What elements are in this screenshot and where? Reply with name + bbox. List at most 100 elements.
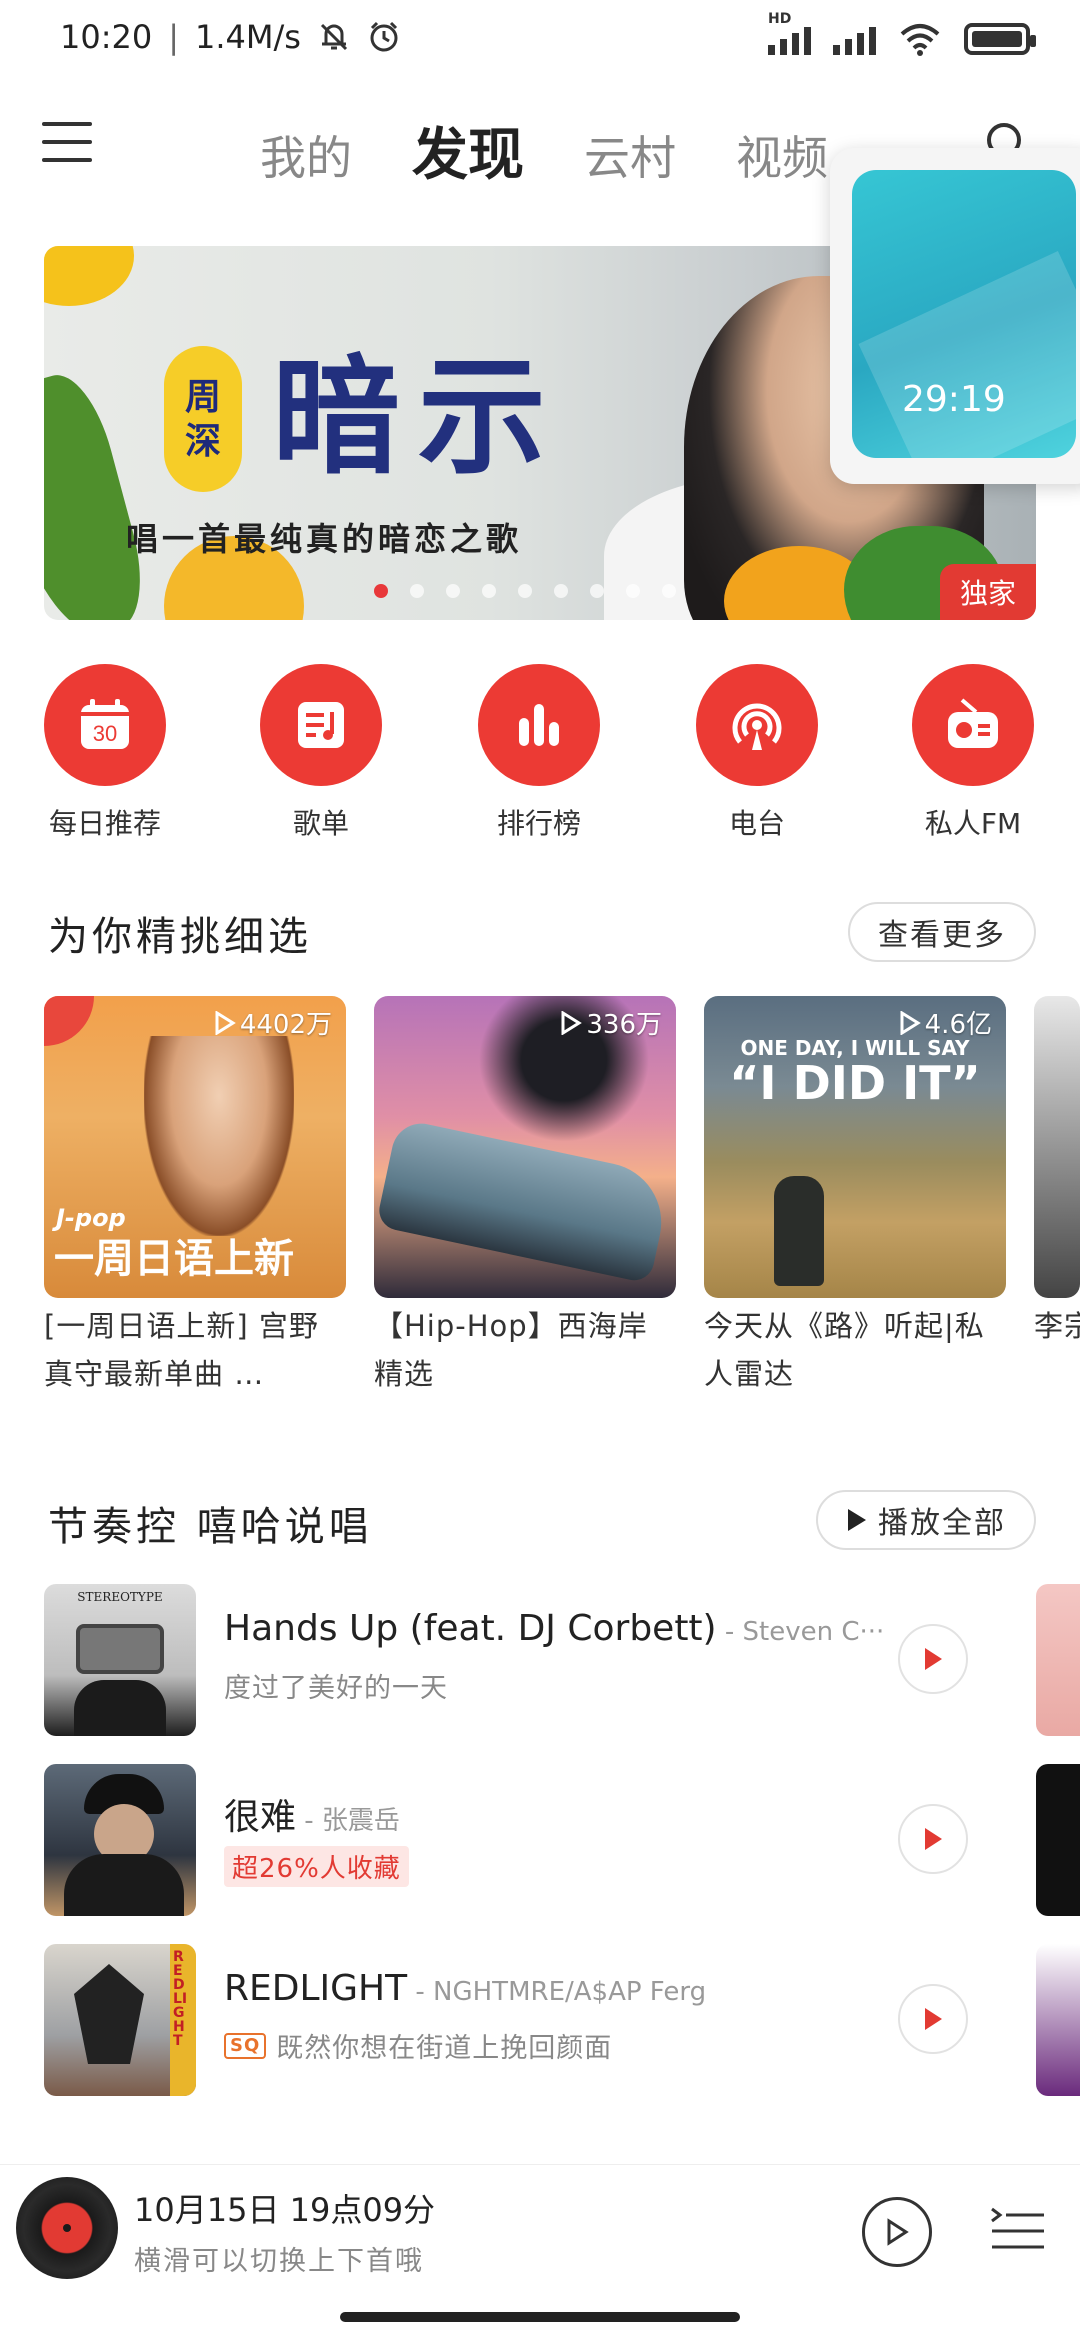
hd-label: HD	[768, 11, 792, 27]
song-play-button[interactable]	[898, 1624, 968, 1694]
banner-dot[interactable]	[662, 584, 676, 598]
song-row[interactable]: STEREOTYPE Hands Up (feat. DJ Corbett) -…	[44, 1584, 1044, 1736]
play-count-icon	[215, 1010, 236, 1035]
entry-label: 歌单	[292, 807, 349, 840]
player-play-button[interactable]	[862, 2197, 932, 2267]
song-title: REDLIGHT - NGHTMRE/A$AP Ferg	[224, 1968, 706, 2009]
banner-dot[interactable]	[554, 584, 568, 598]
floating-video-time: 29:19	[902, 379, 1006, 420]
menu-button[interactable]	[42, 122, 92, 162]
collect-tag: 超26%人收藏	[224, 1846, 409, 1887]
song-play-button[interactable]	[898, 1984, 968, 2054]
song-desc: 既然你想在街道上挽回颜面	[276, 2033, 613, 2064]
cover-art	[74, 1964, 144, 2064]
song-row[interactable]: 很难 - 张震岳 超26%人收藏	[44, 1764, 1044, 1916]
playlist-card[interactable]: J-pop 一周日语上新 4402万 [一周日语上新] 宫野真守最新单曲 …	[44, 996, 346, 1398]
fm-icon	[912, 664, 1034, 786]
vinyl-disc-icon[interactable]	[16, 2177, 118, 2279]
play-count-value: 4402万	[239, 1010, 332, 1040]
play-count-value: 4.6亿	[924, 1010, 992, 1040]
playlist-cover[interactable]	[1034, 996, 1080, 1298]
song-name-text: 很难	[224, 1797, 297, 1838]
cover-art-suit	[74, 1680, 166, 1736]
song-row[interactable]: REDLIGHT REDLIGHT - NGHTMRE/A$AP Ferg SQ…	[44, 1944, 1044, 2096]
alarm-icon	[370, 21, 398, 52]
cover-line2: “I DID IT”	[729, 1056, 981, 1110]
floating-video-preview[interactable]: 29:19	[852, 170, 1076, 458]
quick-entries: 30 每日推荐 歌单 排行榜 电台 私人FM	[0, 664, 1080, 844]
song-row-peek[interactable]	[1036, 1584, 1080, 1736]
playlist-cover[interactable]: J-pop 一周日语上新 4402万	[44, 996, 346, 1298]
play-count: 336万	[560, 1004, 662, 1041]
cover-art-body	[64, 1854, 184, 1916]
banner-dot[interactable]	[374, 584, 388, 598]
entry-personal-fm[interactable]: 私人FM	[888, 664, 1058, 842]
tab-cloud-village[interactable]: 云村	[584, 122, 676, 188]
tab-discover[interactable]: 发现	[412, 110, 524, 191]
entry-label: 私人FM	[924, 807, 1022, 840]
play-count: 4402万	[214, 1004, 332, 1041]
playlist-title: 李宗盛 深沉	[1034, 1309, 1080, 1343]
entry-playlist[interactable]: 歌单	[236, 664, 406, 842]
banner-dot[interactable]	[410, 584, 424, 598]
battery-icon	[964, 23, 1036, 55]
playlist-title: 今天从《路》听起|私人雷达	[704, 1309, 985, 1391]
playlist-queue-icon[interactable]	[990, 2205, 1046, 2255]
song-row-peek[interactable]	[1036, 1764, 1080, 1916]
play-all-label: 播放全部	[878, 1506, 1006, 1541]
picks-title: 为你精挑细选	[48, 914, 312, 960]
playlist-card[interactable]: 李宗盛 深沉	[1034, 996, 1080, 1398]
song-artist: - 张震岳	[296, 1806, 400, 1836]
song-row-peek[interactable]	[1036, 1944, 1080, 2096]
song-name-text: Hands Up (feat. DJ Corbett)	[224, 1608, 717, 1649]
playlist-title: 【Hip-Hop】西海岸精选	[374, 1309, 648, 1391]
play-count-icon	[900, 1010, 921, 1035]
badge-top: 周	[184, 376, 221, 418]
song-cover[interactable]: REDLIGHT	[44, 1944, 196, 2096]
tab-video[interactable]: 视频	[736, 122, 828, 188]
network-speed: 1.4M/s	[195, 18, 301, 56]
entry-daily-recommend[interactable]: 30 每日推荐	[20, 664, 190, 842]
floating-video[interactable]: 29:19	[830, 148, 1080, 484]
tab-mine[interactable]: 我的	[260, 122, 352, 188]
calendar-icon: 30	[44, 664, 166, 786]
playlist-cover[interactable]: 336万	[374, 996, 676, 1298]
entry-radio[interactable]: 电台	[672, 664, 842, 842]
cover-text: 一周日语上新	[54, 1236, 294, 1282]
entry-charts[interactable]: 排行榜	[454, 664, 624, 842]
play-icon	[925, 1828, 942, 1850]
banner-subtitle: 唱一首最纯真的暗恋之歌	[126, 520, 523, 558]
status-bar: 10:20 | 1.4M/s HD	[0, 0, 1080, 86]
song-cover[interactable]: STEREOTYPE	[44, 1584, 196, 1736]
playlist-card[interactable]: 336万 【Hip-Hop】西海岸精选	[374, 996, 676, 1398]
clock: 10:20	[60, 18, 153, 56]
play-icon	[887, 2218, 909, 2246]
banner-dot[interactable]	[590, 584, 604, 598]
banner-dot[interactable]	[482, 584, 496, 598]
see-more-button[interactable]: 查看更多	[848, 902, 1036, 962]
playlist-icon	[260, 664, 382, 786]
home-indicator[interactable]	[340, 2312, 740, 2322]
cover-art	[76, 1624, 164, 1674]
playlist-card[interactable]: ONE DAY, I WILL SAY “I DID IT” 4.6亿 今天从《…	[704, 996, 1006, 1398]
banner-dot[interactable]	[446, 584, 460, 598]
chart-icon	[478, 664, 600, 786]
playlist-title: [一周日语上新] 宫野真守最新单曲 …	[44, 1309, 319, 1391]
player-subtitle: 横滑可以切换上下首哦	[134, 2246, 424, 2277]
mute-icon	[320, 23, 348, 51]
exclusive-tag: 独家	[940, 564, 1036, 620]
banner-dot[interactable]	[626, 584, 640, 598]
cover-text: REDLIGHT	[173, 1949, 188, 2049]
banner-dot[interactable]	[518, 584, 532, 598]
playlist-cover[interactable]: ONE DAY, I WILL SAY “I DID IT” 4.6亿	[704, 996, 1006, 1298]
song-play-button[interactable]	[898, 1804, 968, 1874]
nav-tabs: 我的 发现 云村 视频	[260, 110, 828, 191]
cover-art	[774, 1176, 824, 1286]
song-artist: - Steven C···	[716, 1617, 885, 1647]
play-count-value: 336万	[586, 1010, 662, 1040]
badge-bottom: 深	[184, 420, 221, 462]
song-cover[interactable]	[44, 1764, 196, 1916]
player-title: 10月15日 19点09分	[134, 2191, 436, 2229]
play-all-button[interactable]: 播放全部	[816, 1490, 1036, 1550]
song-subtitle: SQ 既然你想在街道上挽回颜面	[224, 2026, 612, 2065]
